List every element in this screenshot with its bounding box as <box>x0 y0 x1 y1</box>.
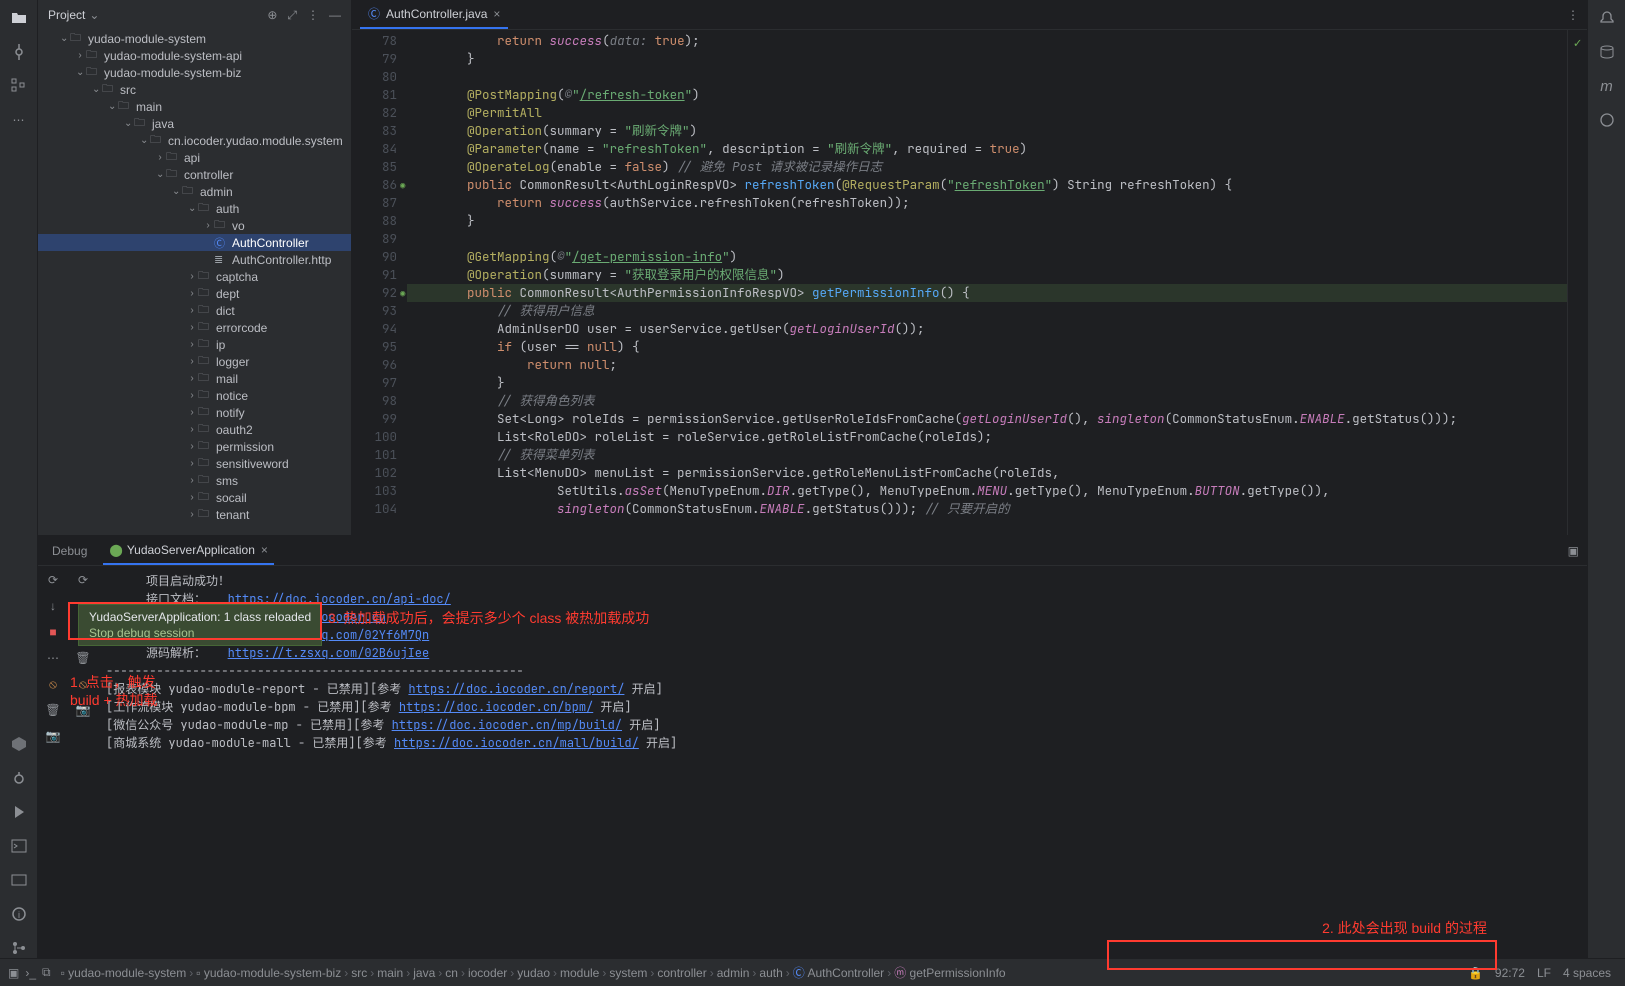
layout-icon[interactable]: ▣ <box>1568 544 1579 558</box>
more-icon[interactable]: ⋯ <box>9 110 29 130</box>
tree-row[interactable]: ⌄🗀java <box>38 115 351 132</box>
tree-row[interactable]: ›🗀ip <box>38 336 351 353</box>
maven-icon[interactable]: m <box>1597 76 1617 96</box>
tree-row[interactable]: ›🗀api <box>38 149 351 166</box>
tab-label: AuthController.java <box>386 7 487 21</box>
run-play-icon[interactable] <box>9 802 29 822</box>
editor: Ⓒ AuthController.java × ⋮ 78798081828384… <box>352 0 1587 535</box>
camera-icon[interactable]: 📷 <box>45 728 61 744</box>
editor-minimap: ✓ <box>1567 30 1587 535</box>
indent-info[interactable]: 4 spaces <box>1563 966 1611 980</box>
debug-tab[interactable]: Debug <box>46 544 93 558</box>
close-app-tab-icon[interactable]: × <box>261 543 268 557</box>
stop-icon[interactable]: ■ <box>45 624 61 640</box>
services-icon[interactable] <box>9 734 29 754</box>
notifications-icon[interactable] <box>1597 8 1617 28</box>
tree-row[interactable]: ›🗀tenant <box>38 506 351 523</box>
breadcrumb[interactable]: ▫ yudao-module-system›▫ yudao-module-sys… <box>57 964 1010 981</box>
project-label[interactable]: Project <box>48 8 85 22</box>
tree-row[interactable]: ›🗀oauth2 <box>38 421 351 438</box>
tree-row[interactable]: ⌄🗀controller <box>38 166 351 183</box>
collapse-icon[interactable]: ⋮ <box>307 8 319 23</box>
status-tool-icon[interactable]: ▣ <box>8 966 19 980</box>
right-tool-rail: m <box>1587 0 1625 958</box>
camera-icon-2[interactable]: 📷 <box>75 702 91 718</box>
debug-bug-icon[interactable] <box>9 768 29 788</box>
hide-icon[interactable]: — <box>329 8 341 23</box>
tree-row[interactable]: ⒸAuthController <box>38 234 351 251</box>
tree-row[interactable]: ⌄🗀yudao-module-system-biz <box>38 64 351 81</box>
tree-row[interactable]: ⌄🗀auth <box>38 200 351 217</box>
problems-icon[interactable] <box>9 870 29 890</box>
select-opened-icon[interactable]: ⊕ <box>267 8 277 23</box>
reload-tooltip: YudaoServerApplication: 1 class reloaded… <box>78 604 322 646</box>
tree-row[interactable]: ›🗀yudao-module-system-api <box>38 47 351 64</box>
tree-row[interactable]: ›🗀vo <box>38 217 351 234</box>
project-icon[interactable] <box>9 8 29 28</box>
debug-tool-window: Debug ⬤ YudaoServerApplication × ▣ ⟳ ↓ ■… <box>38 536 1587 958</box>
editor-menu-icon[interactable]: ⋮ <box>1567 8 1579 22</box>
mute-bp-icon[interactable]: ⦸ <box>45 676 61 692</box>
cursor-position[interactable]: 92:72 <box>1495 966 1525 980</box>
database-icon[interactable] <box>1597 42 1617 62</box>
expand-all-icon[interactable]: ⤢ <box>287 8 297 23</box>
structure-icon[interactable] <box>9 76 29 96</box>
lock-icon[interactable]: 🔒 <box>1468 966 1483 980</box>
debug-toolbar: ⟳ ↓ ■ ⋯ ⦸ 🗑 📷 <box>38 566 68 958</box>
gradle-icon[interactable] <box>1597 110 1617 130</box>
thread-icon[interactable]: ⋯ <box>45 650 61 666</box>
line-gutter[interactable]: 787980818283848586◉878889909192◉93949596… <box>352 30 407 535</box>
tree-row[interactable]: ›🗀socail <box>38 489 351 506</box>
tree-row[interactable]: ›🗀mail <box>38 370 351 387</box>
tree-row[interactable]: ›🗀captcha <box>38 268 351 285</box>
vcs-icon[interactable] <box>9 938 29 958</box>
tree-row[interactable]: ⌄🗀yudao-module-system <box>38 30 351 47</box>
left-tool-rail: ⋯ i <box>0 0 38 958</box>
status-bar: ▣ ›_ ⧉ ▫ yudao-module-system›▫ yudao-mod… <box>0 958 1625 986</box>
tree-row[interactable]: ›🗀dict <box>38 302 351 319</box>
tree-row[interactable]: ›🗀logger <box>38 353 351 370</box>
terminal-icon[interactable] <box>9 836 29 856</box>
project-tree[interactable]: ⌄🗀yudao-module-system›🗀yudao-module-syst… <box>38 30 351 535</box>
tree-row[interactable]: ›🗀dept <box>38 285 351 302</box>
tree-row[interactable]: ›🗀permission <box>38 438 351 455</box>
mute-icon-2[interactable]: ⦸ <box>75 676 91 692</box>
trash-icon[interactable]: 🗑 <box>45 702 61 718</box>
editor-tab[interactable]: Ⓒ AuthController.java × <box>360 0 508 29</box>
svg-text:i: i <box>18 910 20 920</box>
no-problems-icon: ✓ <box>1574 34 1582 51</box>
tree-row[interactable]: ›🗀notice <box>38 387 351 404</box>
rerun-icon[interactable]: ⟳ <box>45 572 61 588</box>
trash-icon-2[interactable]: 🗑 <box>75 650 91 666</box>
app-tab[interactable]: ⬤ YudaoServerApplication × <box>103 536 274 565</box>
tree-row[interactable]: ≣AuthController.http <box>38 251 351 268</box>
down-icon[interactable]: ↓ <box>45 598 61 614</box>
line-ending[interactable]: LF <box>1537 966 1551 980</box>
tree-row[interactable]: ⌄🗀admin <box>38 183 351 200</box>
close-tab-icon[interactable]: × <box>493 7 500 21</box>
tree-row[interactable]: ⌄🗀cn.iocoder.yudao.module.system <box>38 132 351 149</box>
tree-row[interactable]: ⌄🗀src <box>38 81 351 98</box>
commit-icon[interactable] <box>9 42 29 62</box>
tree-row[interactable]: ›🗀errorcode <box>38 319 351 336</box>
project-panel: Project ⌄ ⊕ ⤢ ⋮ — ⌄🗀yudao-module-system›… <box>38 0 352 535</box>
info-icon[interactable]: i <box>9 904 29 924</box>
tree-row[interactable]: ⌄🗀main <box>38 98 351 115</box>
tree-row[interactable]: ›🗀sensitiveword <box>38 455 351 472</box>
tree-row[interactable]: ›🗀sms <box>38 472 351 489</box>
code-content[interactable]: return success(data: true); } @PostMappi… <box>407 30 1567 535</box>
rerun-icon-2[interactable]: ⟳ <box>75 572 91 588</box>
tree-row[interactable]: ›🗀notify <box>38 404 351 421</box>
